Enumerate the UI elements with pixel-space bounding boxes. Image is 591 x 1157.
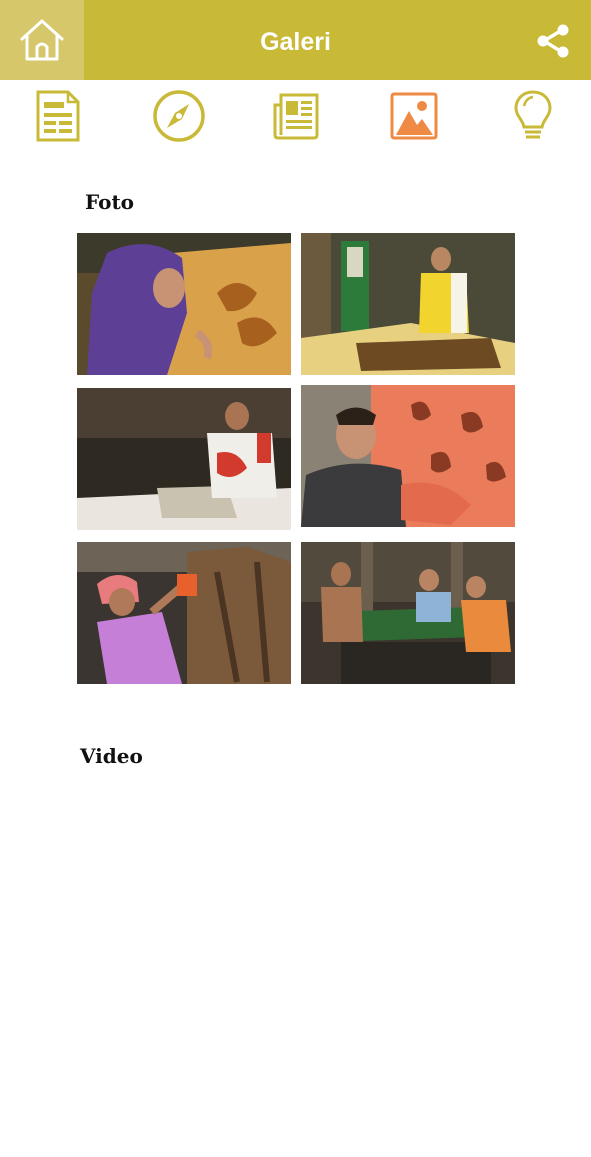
share-icon <box>537 24 569 58</box>
lightbulb-icon <box>514 90 552 139</box>
tab-document[interactable] <box>28 86 88 146</box>
home-button[interactable] <box>0 0 84 80</box>
tab-newspaper[interactable] <box>266 86 326 146</box>
page-title: Galeri <box>260 28 331 56</box>
compass-icon <box>153 90 205 142</box>
video-section-title: Video <box>80 744 143 768</box>
tab-compass[interactable] <box>149 86 209 146</box>
share-button[interactable] <box>532 20 574 62</box>
tab-bar <box>0 80 591 150</box>
gallery-photo[interactable] <box>301 385 515 527</box>
gallery-photo[interactable] <box>77 542 291 684</box>
gallery-photo[interactable] <box>77 388 291 530</box>
image-icon <box>390 92 438 140</box>
app-header: Galeri <box>0 0 591 80</box>
gallery-photo[interactable] <box>301 542 515 684</box>
tab-idea[interactable] <box>503 86 563 146</box>
gallery-photo[interactable] <box>77 233 291 375</box>
newspaper-icon <box>273 93 319 140</box>
photo-section-title: Foto <box>85 190 135 214</box>
home-icon <box>20 19 64 61</box>
gallery-photo[interactable] <box>301 233 515 375</box>
tab-gallery[interactable] <box>384 86 444 146</box>
document-icon <box>36 90 80 142</box>
